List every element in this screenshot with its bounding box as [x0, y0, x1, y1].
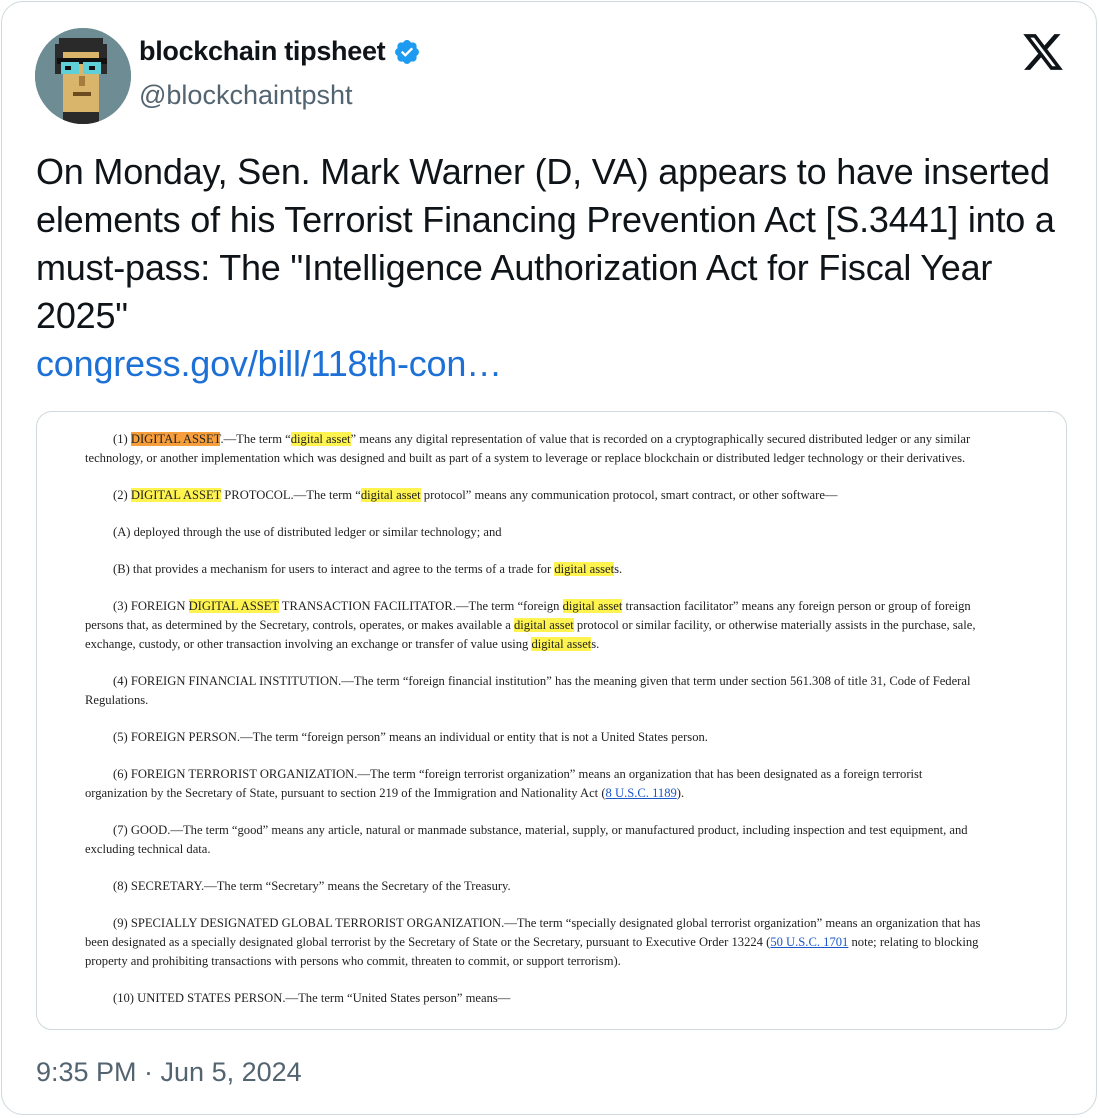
tweet-body: On Monday, Sen. Mark Warner (D, VA) appe… — [36, 151, 1055, 336]
highlight-term: digital asset — [513, 618, 574, 632]
definition-2: (2) DIGITAL ASSET PROTOCOL.—The term “di… — [113, 488, 838, 502]
timestamp[interactable]: 9:35 PM · Jun 5, 2024 — [36, 1057, 302, 1088]
definition-1: (1) DIGITAL ASSET.—The term “digital ass… — [85, 432, 971, 465]
bill-text-document: (1) DIGITAL ASSET.—The term “digital ass… — [85, 430, 985, 1026]
tweet-link[interactable]: congress.gov/bill/118th-con… — [36, 340, 1056, 388]
definition-7: (7) GOOD.—The term “good” means any arti… — [85, 823, 968, 856]
pixel-avatar-icon — [35, 28, 131, 124]
definition-6: (6) FOREIGN TERRORIST ORGANIZATION.—The … — [85, 767, 923, 800]
highlight-term: digital asset — [360, 488, 421, 502]
definition-4: (4) FOREIGN FINANCIAL INSTITUTION.—The t… — [85, 674, 971, 707]
definition-5: (5) FOREIGN PERSON.—The term “foreign pe… — [113, 730, 708, 744]
tweet-media-image[interactable]: (1) DIGITAL ASSET.—The term “digital ass… — [36, 411, 1067, 1030]
usc-link[interactable]: 8 U.S.C. 1189 — [606, 786, 677, 800]
definition-2a: (A) deployed through the use of distribu… — [113, 525, 502, 539]
definition-8: (8) SECRETARY.—The term “Secretary” mean… — [113, 879, 511, 893]
highlight-term: digital asset — [290, 432, 351, 446]
highlight-term: digital asset — [554, 562, 615, 576]
highlight-term: digital asset — [562, 599, 623, 613]
x-logo-icon[interactable] — [1020, 30, 1066, 74]
highlight-term: DIGITAL ASSET — [130, 432, 221, 446]
highlight-term: DIGITAL ASSET — [130, 488, 222, 502]
verified-badge-icon — [395, 39, 420, 64]
author-row: blockchain tipsheet — [139, 36, 421, 67]
avatar[interactable] — [35, 28, 131, 124]
author-name[interactable]: blockchain tipsheet — [139, 36, 386, 67]
tweet-card: blockchain tipsheet @blockchaintpsht On … — [1, 1, 1097, 1115]
definition-10: (10) UNITED STATES PERSON.—The term “Uni… — [113, 991, 511, 1005]
definition-9: (9) SPECIALLY DESIGNATED GLOBAL TERRORIS… — [85, 916, 981, 968]
tweet-text: On Monday, Sen. Mark Warner (D, VA) appe… — [36, 148, 1056, 388]
definition-3: (3) FOREIGN DIGITAL ASSET TRANSACTION FA… — [85, 599, 976, 651]
definition-2b: (B) that provides a mechanism for users … — [113, 562, 623, 576]
author-handle[interactable]: @blockchaintpsht — [139, 80, 353, 111]
usc-link[interactable]: 50 U.S.C. 1701 — [770, 935, 848, 949]
highlight-term: DIGITAL ASSET — [188, 599, 279, 613]
highlight-term: digital asset — [531, 637, 592, 651]
